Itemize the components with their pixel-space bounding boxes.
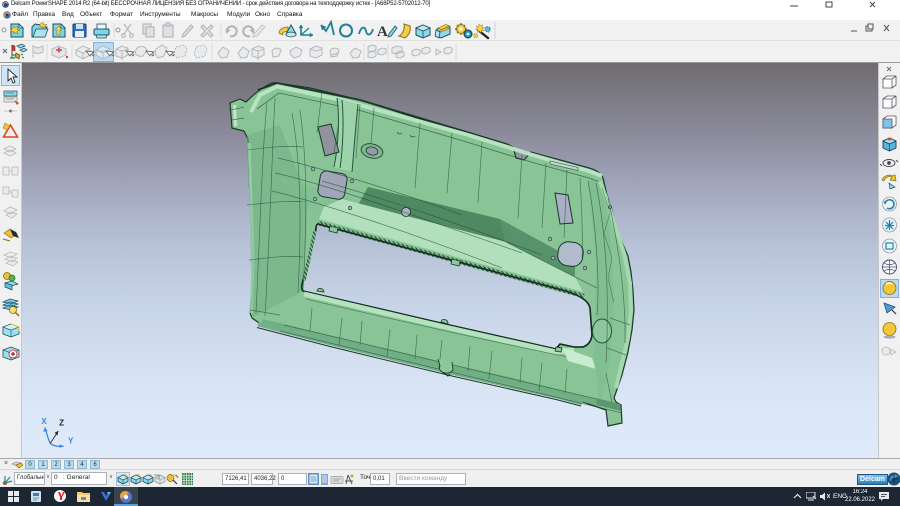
svg-text:X: X	[41, 417, 47, 426]
svg-text:A: A	[377, 24, 388, 40]
svg-text:Y: Y	[68, 436, 74, 445]
svg-text:Z: Z	[59, 419, 64, 428]
